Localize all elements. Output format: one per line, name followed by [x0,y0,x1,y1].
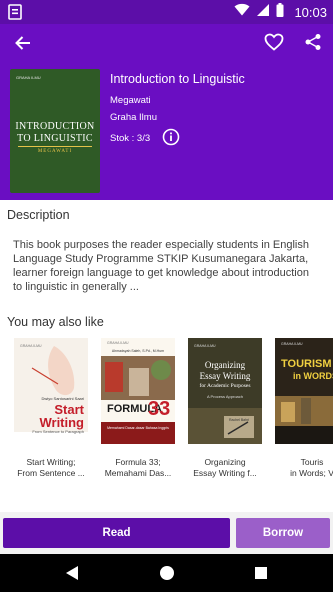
book-title: Introduction to Linguistic [110,72,245,86]
description-heading: Description [7,208,70,222]
battery-icon [276,2,284,22]
wifi-icon [234,3,250,21]
square-recents-icon [255,567,267,579]
cover-publisher-mark: GRAHA ILMU [16,75,41,80]
recommendation-cover: GRAHA ILMU Ahmadsyah Saleh, S.Pd., M.Hum… [101,338,175,444]
favorite-button[interactable] [259,27,289,57]
recommendation-label: Formula 33; Memahami Das... [104,457,172,478]
stock-label: Stok : 3/3 [110,133,151,144]
heart-outline-icon [264,33,284,51]
notification-icon [8,4,22,20]
cover-divider [18,146,92,147]
system-navigation-bar [0,554,333,592]
cover-title-line1: INTRODUCTION [15,121,95,132]
book-author: Megawati [110,95,151,106]
cover-art [188,338,262,444]
recommendation-label: Organizing Essay Writing f... [193,457,257,478]
arrow-back-icon [15,36,30,50]
recommendation-cover: GRAHA ILMU TOURISM in WORDS [275,338,333,444]
nav-back-button[interactable] [62,563,82,583]
cover-author: MEGAWATI [37,149,73,154]
read-button[interactable]: Read [3,518,230,548]
book-publisher: Graha Ilmu [110,112,157,123]
triangle-back-icon [66,566,78,580]
stock-info-button[interactable] [161,127,181,147]
back-button[interactable] [8,28,38,58]
book-header: GRAHA ILMU INTRODUCTION TO LINGUISTIC ME… [0,24,333,200]
nav-home-button[interactable] [157,563,177,583]
cover-art [275,338,333,444]
recommendation-cover: GRAHA ILMU Dwiyo Santosarini Saari Start… [14,338,88,444]
status-time: 10:03 [294,4,327,20]
recommendations-list[interactable]: GRAHA ILMU Dwiyo Santosarini Saari Start… [0,338,333,478]
info-icon [162,128,180,146]
signal-icon [256,3,270,22]
share-icon [305,34,321,50]
book-cover: GRAHA ILMU INTRODUCTION TO LINGUISTIC ME… [10,69,100,193]
description-text: This book purposes the reader especially… [13,239,309,293]
recommendation-label: Start Writing; From Sentence ... [17,457,85,478]
recommendations-heading: You may also like [7,315,104,329]
recommendation-cover: GRAHA ILMU Organizing Essay Writing for … [188,338,262,444]
circle-home-icon [160,566,174,580]
share-button[interactable] [298,27,328,57]
nav-recents-button[interactable] [251,563,271,583]
borrow-button[interactable]: Borrow [236,518,330,548]
recommendation-label: Touris in Words; V [290,457,333,478]
status-bar: 10:03 [0,0,333,24]
cover-title-line2: TO LINGUISTIC [17,133,93,144]
